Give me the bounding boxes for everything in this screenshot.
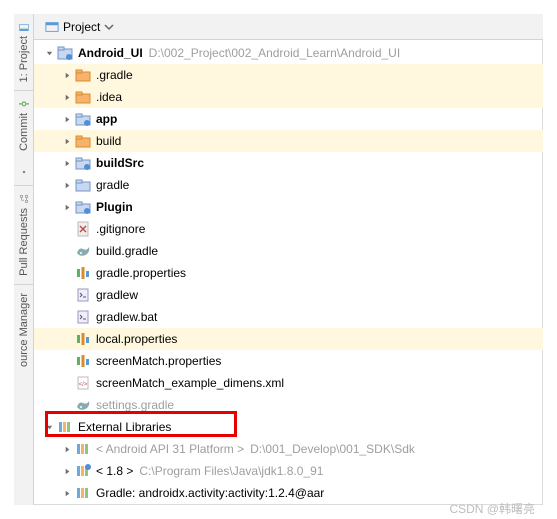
tree-item-label: gradle [96, 178, 129, 192]
tree-row[interactable]: build.gradle [34, 240, 543, 262]
gradle-file-icon [74, 397, 92, 413]
tree-row[interactable]: gradlew [34, 284, 543, 306]
script-icon [74, 287, 92, 303]
gitignore-icon [74, 221, 92, 237]
tree-item-label: gradlew.bat [96, 310, 157, 324]
properties-icon [74, 353, 92, 369]
tree-row[interactable]: screenMatch.properties [34, 350, 543, 372]
tree-row[interactable]: </> screenMatch_example_dimens.xml [34, 372, 543, 394]
tool-tab-label: Commit [18, 113, 30, 151]
dot-icon [19, 167, 29, 177]
tree-row[interactable]: gradle [34, 174, 543, 196]
tree-item-label: buildSrc [96, 156, 144, 170]
folder-module-icon [74, 111, 92, 127]
view-mode-label: Project [63, 20, 100, 34]
commit-icon [19, 99, 29, 109]
tree-item-label: .idea [96, 90, 122, 104]
chevron-right-icon[interactable] [60, 445, 74, 454]
tree-row[interactable]: External Libraries [34, 416, 543, 438]
tree-item-label: .gradle [96, 68, 133, 82]
tree-row[interactable]: gradlew.bat [34, 306, 543, 328]
chevron-down-icon[interactable] [42, 49, 56, 58]
chevron-right-icon[interactable] [60, 159, 74, 168]
project-icon [19, 22, 29, 32]
chevron-right-icon[interactable] [60, 489, 74, 498]
chevron-right-icon[interactable] [60, 93, 74, 102]
tree-item-path: D:\001_Develop\001_SDK\Sdk [250, 442, 415, 456]
module-icon [56, 45, 74, 61]
tree-item-path: C:\Program Files\Java\jdk1.8.0_91 [139, 464, 323, 478]
tree-row[interactable]: < Android API 31 Platform > D:\001_Develo… [34, 438, 543, 460]
tree-row[interactable]: < 1.8 > C:\Program Files\Java\jdk1.8.0_91 [34, 460, 543, 482]
tree-row[interactable]: .gradle [34, 64, 543, 86]
chevron-down-icon[interactable] [42, 423, 56, 432]
chevron-right-icon[interactable] [60, 203, 74, 212]
view-mode-selector[interactable]: Project [40, 17, 119, 37]
tree-item-label: build [96, 134, 121, 148]
tool-tab-commit[interactable]: Commit [18, 91, 30, 159]
tree-row[interactable]: app [34, 108, 543, 130]
chevron-right-icon[interactable] [60, 467, 74, 476]
tool-tab-label: ource Manager [18, 293, 30, 367]
chevron-right-icon[interactable] [60, 137, 74, 146]
library-gradle-icon [74, 485, 92, 501]
tree-row[interactable]: settings.gradle [34, 394, 543, 416]
chevron-right-icon[interactable] [60, 181, 74, 190]
chevron-right-icon[interactable] [60, 71, 74, 80]
gradle-file-icon [74, 243, 92, 259]
tree-row[interactable]: gradle.properties [34, 262, 543, 284]
tree-item-label: Android_UI [78, 46, 143, 60]
tool-tab-label: 1: Project [18, 36, 30, 82]
tree-row[interactable]: local.properties [34, 328, 543, 350]
chevron-down-icon [104, 22, 114, 32]
tool-tab-commit-num [19, 159, 29, 185]
tree-row[interactable]: buildSrc [34, 152, 543, 174]
tree-item-label: External Libraries [78, 420, 171, 434]
tree-item-label: < Android API 31 Platform > [96, 442, 244, 456]
folder-module-icon [74, 155, 92, 171]
tree-item-label: Gradle: androidx.activity:activity:1.2.4… [96, 486, 324, 500]
tree-item-label: settings.gradle [96, 398, 174, 412]
folder-icon [74, 177, 92, 193]
pull-request-icon [19, 194, 29, 204]
properties-icon [74, 265, 92, 281]
folder-module-icon [74, 199, 92, 215]
chevron-right-icon[interactable] [60, 115, 74, 124]
tree-item-label: screenMatch_example_dimens.xml [96, 376, 284, 390]
tree-row[interactable]: .idea [34, 86, 543, 108]
library-icon [74, 441, 92, 457]
tree-row[interactable]: build [34, 130, 543, 152]
tree-item-label: gradlew [96, 288, 138, 302]
tree-item-label: .gitignore [96, 222, 145, 236]
tool-tab-resource-manager[interactable]: ource Manager [18, 285, 30, 375]
folder-orange-icon [74, 89, 92, 105]
tree-item-label: app [96, 112, 117, 126]
folder-orange-icon [74, 133, 92, 149]
tool-tab-label: Pull Requests [18, 208, 30, 276]
project-tree[interactable]: Android_UI D:\002_Project\002_Android_Lea… [34, 40, 543, 505]
library-icon [56, 419, 74, 435]
svg-text:</>: </> [79, 382, 88, 388]
tool-tab-pull-requests[interactable]: Pull Requests [18, 186, 30, 284]
tree-row[interactable]: Android_UI D:\002_Project\002_Android_Lea… [34, 42, 543, 64]
tool-window-strip: 1: Project Commit Pull Requests ource Ma… [14, 14, 34, 505]
tree-item-label: local.properties [96, 332, 177, 346]
script-icon [74, 309, 92, 325]
tree-item-path: D:\002_Project\002_Android_Learn\Android… [149, 46, 401, 60]
tree-item-label: screenMatch.properties [96, 354, 221, 368]
xml-icon: </> [74, 375, 92, 391]
tree-item-label: build.gradle [96, 244, 158, 258]
folder-orange-icon [74, 67, 92, 83]
project-icon [45, 20, 59, 34]
tree-item-label: gradle.properties [96, 266, 186, 280]
tree-row[interactable]: Plugin [34, 196, 543, 218]
tree-item-label: Plugin [96, 200, 133, 214]
tree-row[interactable]: .gitignore [34, 218, 543, 240]
project-panel-header: Project [34, 14, 543, 40]
library-jdk-icon [74, 463, 92, 479]
watermark: CSDN @韩曙亮 [449, 500, 535, 517]
tool-tab-project[interactable]: 1: Project [18, 14, 30, 90]
properties-icon [74, 331, 92, 347]
tree-item-label: < 1.8 > [96, 464, 133, 478]
